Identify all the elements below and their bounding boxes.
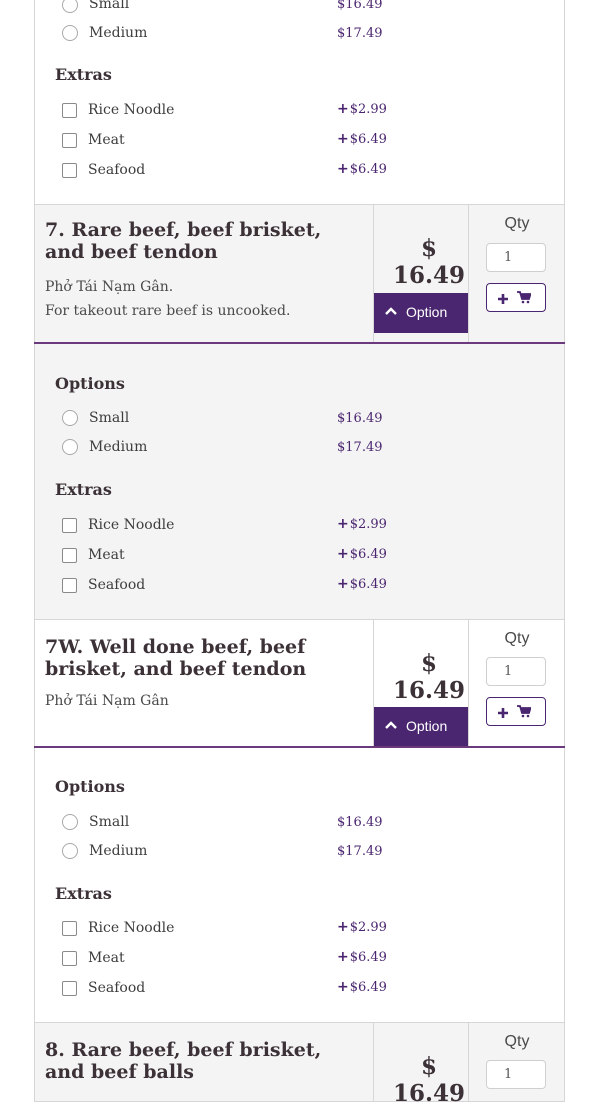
checkbox-seafood[interactable] bbox=[62, 163, 77, 178]
options-heading: Options bbox=[55, 777, 125, 796]
extra-label-seafood: Seafood bbox=[88, 577, 146, 593]
option-price-medium: $17.49 bbox=[337, 26, 383, 41]
radio-small[interactable] bbox=[62, 410, 78, 426]
checkbox-seafood[interactable] bbox=[62, 981, 77, 996]
qty-input[interactable]: 1 bbox=[486, 1060, 546, 1089]
plus-icon: + bbox=[337, 101, 349, 117]
options-heading: Options bbox=[55, 374, 125, 393]
extra-price-meat: +$6.49 bbox=[337, 949, 387, 965]
plus-icon: + bbox=[337, 516, 349, 532]
add-to-cart-button[interactable] bbox=[486, 697, 546, 726]
extra-label-meat: Meat bbox=[88, 950, 125, 966]
extra-price-seafood: +$6.49 bbox=[337, 161, 387, 177]
plus-icon: + bbox=[337, 949, 349, 965]
item-title: 7. Rare beef, beef brisket, and beef ten… bbox=[45, 219, 322, 263]
plus-icon bbox=[498, 294, 508, 304]
radio-small[interactable] bbox=[62, 814, 78, 830]
menu-item-8: 8. Rare beef, beef brisket, and beef bal… bbox=[34, 1022, 565, 1107]
plus-icon: + bbox=[337, 131, 349, 147]
option-toggle-button[interactable]: Option bbox=[374, 293, 468, 333]
plus-icon: + bbox=[337, 161, 349, 177]
radio-medium[interactable] bbox=[62, 843, 78, 859]
option-price-small: $16.49 bbox=[337, 411, 383, 426]
chevron-up-icon bbox=[385, 721, 397, 729]
checkbox-rice-noodle[interactable] bbox=[62, 518, 77, 533]
extras-heading: Extras bbox=[55, 480, 112, 499]
qty-label: Qty bbox=[504, 1033, 530, 1050]
extra-price-rice-noodle: +$2.99 bbox=[337, 101, 387, 117]
option-label-small: Small bbox=[89, 814, 130, 830]
option-price-medium: $17.49 bbox=[337, 440, 383, 455]
extra-label-rice-noodle: Rice Noodle bbox=[88, 102, 175, 118]
item-title: 8. Rare beef, beef brisket, and beef bal… bbox=[45, 1039, 322, 1083]
extra-label-seafood: Seafood bbox=[88, 162, 146, 178]
plus-icon: + bbox=[337, 919, 349, 935]
checkbox-seafood[interactable] bbox=[62, 578, 77, 593]
qty-label: Qty bbox=[504, 215, 530, 232]
extra-price-rice-noodle: +$2.99 bbox=[337, 516, 387, 532]
item-price: $ 16.49 bbox=[392, 650, 466, 704]
option-label-small: Small bbox=[89, 0, 130, 12]
item-price: $ 16.49 bbox=[392, 1053, 466, 1107]
item-price: $ 16.49 bbox=[392, 235, 466, 289]
menu-item-7w: 7W. Well done beef, beef brisket, and be… bbox=[34, 619, 565, 748]
item-description: Phở Tái Nạm Gân. bbox=[45, 279, 174, 295]
option-label-medium: Medium bbox=[89, 843, 148, 859]
item-description: Phở Tái Nạm Gân bbox=[45, 693, 169, 709]
checkbox-rice-noodle[interactable] bbox=[62, 103, 77, 118]
extras-heading: Extras bbox=[55, 65, 112, 84]
checkbox-meat[interactable] bbox=[62, 133, 77, 148]
plus-icon: + bbox=[337, 979, 349, 995]
chevron-up-icon bbox=[385, 307, 397, 315]
menu-item-7: 7. Rare beef, beef brisket, and beef ten… bbox=[34, 204, 565, 344]
qty-input[interactable]: 1 bbox=[486, 243, 546, 272]
qty-input[interactable]: 1 bbox=[486, 657, 546, 686]
extra-label-rice-noodle: Rice Noodle bbox=[88, 920, 175, 936]
radio-medium[interactable] bbox=[62, 439, 78, 455]
cart-icon bbox=[517, 705, 531, 718]
extra-label-meat: Meat bbox=[88, 547, 125, 563]
extra-label-meat: Meat bbox=[88, 132, 125, 148]
option-label-small: Small bbox=[89, 410, 130, 426]
extra-price-meat: +$6.49 bbox=[337, 546, 387, 562]
checkbox-meat[interactable] bbox=[62, 548, 77, 563]
option-button-label: Option bbox=[406, 718, 448, 734]
checkbox-meat[interactable] bbox=[62, 951, 77, 966]
plus-icon: + bbox=[337, 576, 349, 592]
plus-icon: + bbox=[337, 546, 349, 562]
radio-medium[interactable] bbox=[62, 25, 78, 41]
extras-heading: Extras bbox=[55, 884, 112, 903]
extra-price-seafood: +$6.49 bbox=[337, 979, 387, 995]
item-title: 7W. Well done beef, beef brisket, and be… bbox=[45, 636, 307, 680]
option-label-medium: Medium bbox=[89, 25, 148, 41]
extra-price-meat: +$6.49 bbox=[337, 131, 387, 147]
qty-label: Qty bbox=[504, 630, 530, 647]
extra-label-rice-noodle: Rice Noodle bbox=[88, 517, 175, 533]
option-label-medium: Medium bbox=[89, 439, 148, 455]
option-price-small: $16.49 bbox=[337, 815, 383, 830]
checkbox-rice-noodle[interactable] bbox=[62, 921, 77, 936]
add-to-cart-button[interactable] bbox=[486, 283, 546, 312]
option-toggle-button[interactable]: Option bbox=[374, 707, 468, 747]
option-button-label: Option bbox=[406, 304, 448, 320]
cart-icon bbox=[517, 291, 531, 304]
option-price-small: $16.49 bbox=[337, 0, 383, 12]
plus-icon bbox=[498, 708, 508, 718]
option-price-medium: $17.49 bbox=[337, 844, 383, 859]
extra-label-seafood: Seafood bbox=[88, 980, 146, 996]
extra-price-seafood: +$6.49 bbox=[337, 576, 387, 592]
item-note: For takeout rare beef is uncooked. bbox=[45, 303, 291, 319]
extra-price-rice-noodle: +$2.99 bbox=[337, 919, 387, 935]
